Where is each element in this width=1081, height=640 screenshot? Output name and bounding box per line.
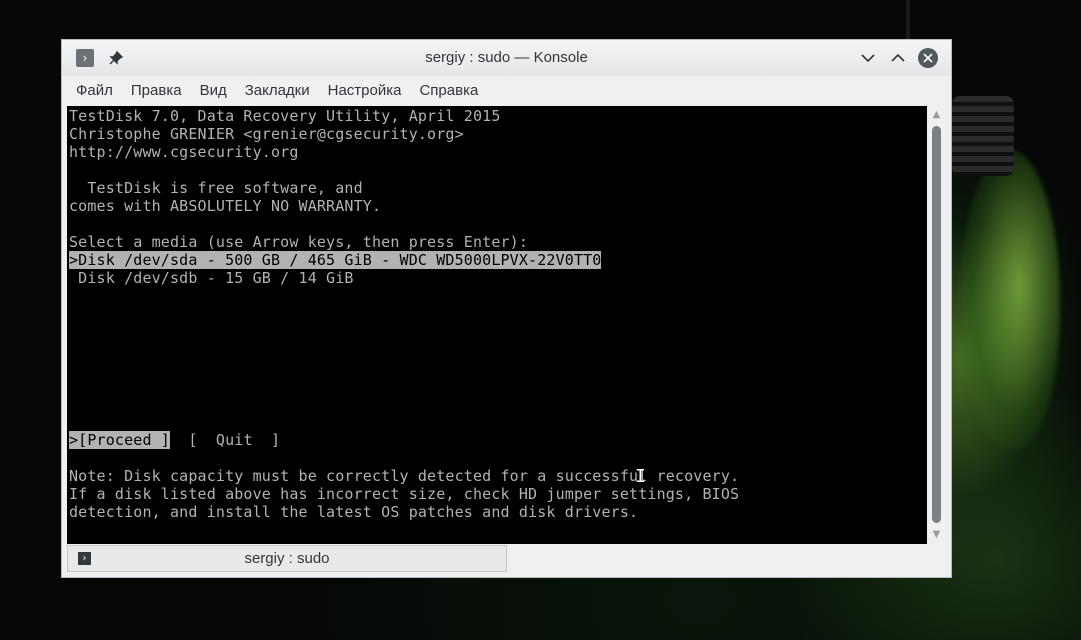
menu-help[interactable]: Справка (410, 76, 487, 106)
wallpaper-bulb-socket (952, 96, 1014, 176)
terminal-line: comes with ABSOLUTELY NO WARRANTY. (69, 197, 382, 215)
scroll-up-icon[interactable]: ▲ (930, 109, 943, 121)
close-icon[interactable] (918, 48, 938, 68)
session-tab[interactable]: › sergiy : sudo (67, 545, 507, 572)
note-line: detection, and install the latest OS pat… (69, 503, 639, 521)
window-title: sergiy : sudo — Konsole (425, 49, 588, 66)
menu-view[interactable]: Вид (191, 76, 236, 106)
chevron-down-icon[interactable] (858, 48, 878, 68)
disk-option-sda-label: >Disk /dev/sda - 500 GB / 465 GiB - WDC … (69, 251, 602, 269)
chevron-up-icon[interactable] (888, 48, 908, 68)
wallpaper-bulb-glow (960, 150, 1060, 450)
proceed-button[interactable]: >[Proceed ] (69, 431, 170, 449)
menu-bar: Файл Правка Вид Закладки Настройка Справ… (62, 76, 951, 106)
wallpaper-bulb-cord (906, 0, 910, 40)
scroll-down-icon[interactable]: ▼ (930, 529, 943, 541)
terminal-scrollbar[interactable]: ▲ ▼ (927, 106, 946, 544)
terminal-line: Select a media (use Arrow keys, then pre… (69, 233, 529, 251)
scrollbar-thumb[interactable] (932, 126, 941, 523)
terminal-line: TestDisk 7.0, Data Recovery Utility, Apr… (69, 107, 501, 125)
menu-bookmarks[interactable]: Закладки (236, 76, 319, 106)
terminal-view[interactable]: TestDisk 7.0, Data Recovery Utility, Apr… (67, 106, 927, 544)
terminal-action-row: >[Proceed ] [ Quit ] (69, 431, 280, 449)
note-line: If a disk listed above has incorrect siz… (69, 485, 740, 503)
session-tab-label: sergiy : sudo (244, 550, 330, 567)
text-cursor-icon: I (635, 466, 646, 487)
terminal-line: http://www.cgsecurity.org (69, 143, 299, 161)
menu-file[interactable]: Файл (67, 76, 122, 106)
terminal-line: TestDisk is free software, and (69, 179, 363, 197)
quit-button[interactable]: [ Quit ] (188, 431, 280, 449)
terminal-line: Christophe GRENIER <grenier@cgsecurity.o… (69, 125, 464, 143)
konsole-window: › sergiy : sudo — Konsole Файл Правка Ви… (61, 39, 952, 578)
disk-option-sdb[interactable]: Disk /dev/sdb - 15 GB / 14 GiB (69, 269, 354, 287)
title-bar[interactable]: › sergiy : sudo — Konsole (62, 40, 951, 76)
menu-edit[interactable]: Правка (122, 76, 191, 106)
menu-settings[interactable]: Настройка (319, 76, 411, 106)
disk-option-sda[interactable]: >Disk /dev/sda - 500 GB / 465 GiB - WDC … (69, 251, 602, 269)
